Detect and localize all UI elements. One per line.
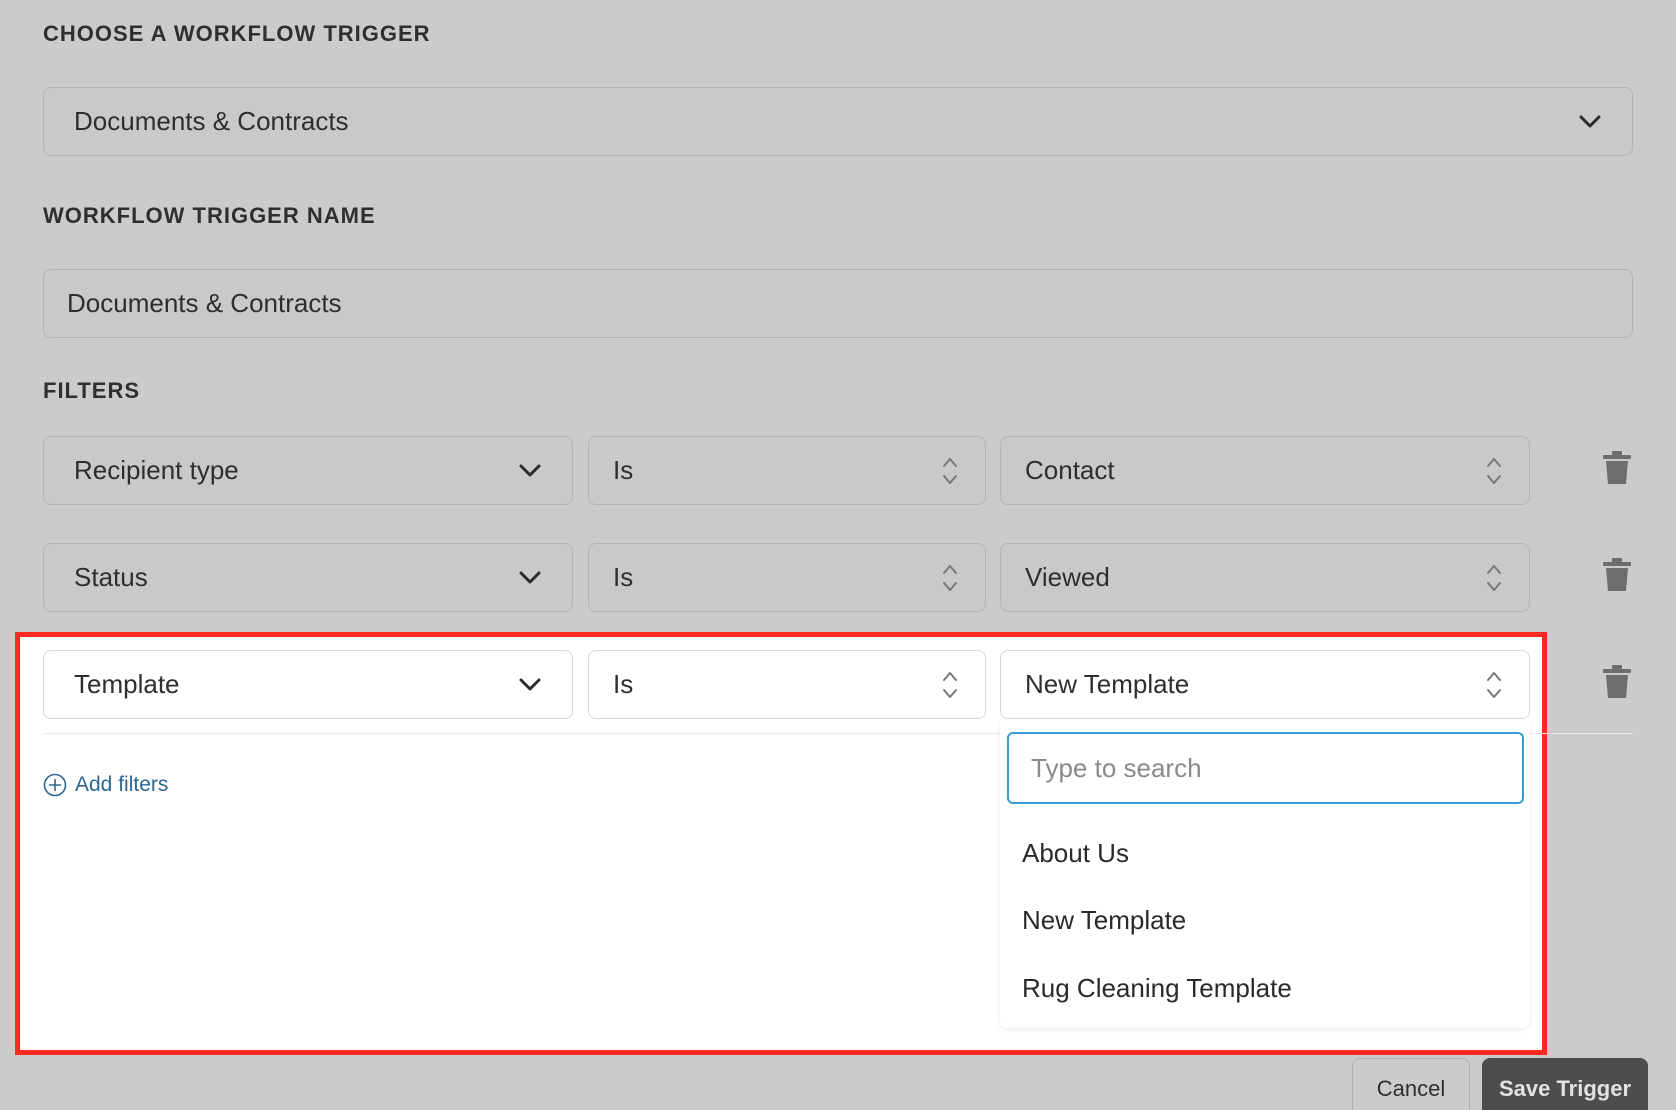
chevron-down-icon	[1578, 110, 1602, 134]
trigger-name-section-label: WORKFLOW TRIGGER NAME	[43, 203, 376, 228]
filter-field-value: Template	[74, 669, 180, 699]
trash-icon[interactable]	[1601, 663, 1633, 701]
filter-value-select[interactable]: Viewed	[1000, 543, 1530, 612]
dropdown-option[interactable]: New Template	[1022, 905, 1186, 936]
cancel-button[interactable]: Cancel	[1352, 1058, 1470, 1110]
filter-operator-value: Is	[613, 562, 634, 592]
filter-value-value: Viewed	[1025, 562, 1110, 592]
template-search-input[interactable]	[1007, 732, 1524, 804]
trigger-select[interactable]: Documents & Contracts	[43, 87, 1633, 156]
trigger-section-label: CHOOSE A WORKFLOW TRIGGER	[43, 21, 431, 46]
up-down-chevron-icon	[939, 454, 961, 488]
add-filters-label: Add filters	[75, 773, 169, 796]
add-filters-button[interactable]: Add filters	[43, 773, 168, 797]
filter-field-value: Status	[74, 562, 148, 592]
filter-field-value: Recipient type	[74, 455, 239, 485]
trash-icon[interactable]	[1601, 556, 1633, 594]
filter-value-select[interactable]: Contact	[1000, 436, 1530, 505]
trash-icon[interactable]	[1601, 449, 1633, 487]
filter-field-select[interactable]: Recipient type	[43, 436, 573, 505]
trigger-name-value: Documents & Contracts	[67, 288, 342, 318]
trigger-name-input[interactable]: Documents & Contracts	[43, 269, 1633, 338]
plus-circle-icon	[43, 773, 67, 797]
chevron-down-icon	[518, 459, 542, 483]
up-down-chevron-icon	[1483, 454, 1505, 488]
up-down-chevron-icon	[1483, 561, 1505, 595]
filter-value-value: New Template	[1025, 669, 1190, 699]
filter-value-value: Contact	[1025, 455, 1115, 485]
trigger-select-value: Documents & Contracts	[74, 106, 349, 136]
filter-operator-value: Is	[613, 455, 634, 485]
filter-field-select[interactable]: Template	[43, 650, 573, 719]
chevron-down-icon	[518, 673, 542, 697]
up-down-chevron-icon	[939, 561, 961, 595]
dropdown-option[interactable]: Rug Cleaning Template	[1022, 973, 1292, 1004]
filter-operator-select[interactable]: Is	[588, 543, 986, 612]
filters-section-label: FILTERS	[43, 378, 141, 403]
dropdown-option[interactable]: About Us	[1022, 838, 1129, 869]
filter-value-select[interactable]: New Template	[1000, 650, 1530, 719]
save-trigger-button[interactable]: Save Trigger	[1482, 1058, 1648, 1110]
up-down-chevron-icon	[1483, 668, 1505, 702]
filter-operator-select[interactable]: Is	[588, 436, 986, 505]
filter-operator-value: Is	[613, 669, 634, 699]
filter-operator-select[interactable]: Is	[588, 650, 986, 719]
chevron-down-icon	[518, 566, 542, 590]
filter-field-select[interactable]: Status	[43, 543, 573, 612]
up-down-chevron-icon	[939, 668, 961, 702]
template-dropdown: About Us New Template Rug Cleaning Templ…	[1000, 720, 1530, 1028]
